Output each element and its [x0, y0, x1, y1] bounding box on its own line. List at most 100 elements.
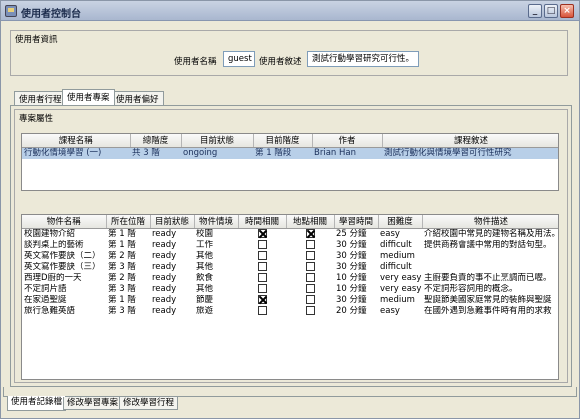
- cell-object-name: 校園建物介紹: [24, 228, 76, 239]
- cell-place-related: [286, 305, 334, 317]
- cell-object-desc: [422, 251, 558, 262]
- cell-object-name: 旅行急難英語: [24, 305, 76, 316]
- tab-user-project[interactable]: 使用者專案: [62, 89, 115, 105]
- cell-learning-time: 30 分鐘: [336, 239, 367, 250]
- cell-place-related: [286, 239, 334, 251]
- cell-learning-time: 30 分鐘: [336, 250, 367, 261]
- time-related-checkbox[interactable]: [257, 283, 267, 293]
- cell-time-related: [238, 272, 286, 284]
- minimize-button[interactable]: _: [528, 4, 542, 18]
- project-attributes-group: 專案屬性 課程名稱 總階度 目前狀態 目前階度 作者 課程敘述 行動化情境學習 …: [14, 109, 568, 383]
- tab-user-preference[interactable]: 使用者偏好: [111, 91, 164, 105]
- cell-object-name: 談判桌上的藝術: [24, 239, 84, 250]
- place-related-checkbox[interactable]: [305, 294, 315, 304]
- col-author[interactable]: 作者: [312, 134, 383, 148]
- place-related-checkbox[interactable]: [305, 239, 315, 249]
- user-name-field[interactable]: guest: [223, 51, 255, 67]
- project-table-header: 課程名稱 總階度 目前狀態 目前階度 作者 課程敘述: [22, 134, 558, 148]
- cell-level: 第 1 階: [108, 239, 136, 250]
- place-related-checkbox[interactable]: [305, 261, 315, 271]
- place-related-checkbox[interactable]: [305, 272, 315, 282]
- cell-context: 校園: [196, 228, 214, 239]
- col-object-name[interactable]: 物件名稱: [22, 215, 107, 229]
- title-bar[interactable]: 使用者控制台 _ □ ×: [1, 1, 579, 21]
- table-row[interactable]: 校園建物介紹 第 1 階 ready 校園 25 分鐘 easy 介紹校園中常見的建物名稱及…: [22, 228, 559, 240]
- table-row[interactable]: 英文寫作要訣（三） 第 3 階 ready 其他 30 分鐘 difficult: [22, 261, 558, 273]
- cell-context: 工作: [196, 239, 214, 250]
- place-related-checkbox[interactable]: [305, 283, 315, 293]
- cell-learning-time: 20 分鐘: [336, 305, 367, 316]
- col-course-name[interactable]: 課程名稱: [22, 134, 131, 148]
- cell-level: 第 3 階: [108, 261, 136, 272]
- col-difficulty[interactable]: 困難度: [378, 215, 423, 229]
- cell-context: 節慶: [196, 294, 214, 305]
- cell-level: 第 2 階: [108, 250, 136, 261]
- cell-difficulty: easy: [380, 228, 400, 239]
- tab-edit-schedule[interactable]: 修改學習行程: [119, 397, 179, 410]
- cell-difficulty: medium: [380, 294, 415, 305]
- table-row[interactable]: 西理D廚的一天 第 2 階 ready 飲食 10 分鐘 very easy 主廚要負責的事…: [22, 272, 558, 284]
- col-current-status[interactable]: 目前狀態: [181, 134, 254, 148]
- maximize-button[interactable]: □: [544, 4, 558, 18]
- table-row[interactable]: 英文寫作要訣（二） 第 2 階 ready 其他 30 分鐘 medium: [22, 250, 558, 262]
- col-total-levels[interactable]: 總階度: [130, 134, 182, 148]
- table-row[interactable]: 在家過聖誕 第 1 階 ready 節慶 30 分鐘 medium 聖誕節美國家庭常見的裝飾…: [22, 294, 558, 306]
- cell-place-related: [286, 294, 334, 306]
- cell-learning-time: 10 分鐘: [336, 272, 367, 283]
- col-time-related[interactable]: 時間相關: [238, 215, 287, 229]
- cell-object-name: 英文寫作要訣（三）: [24, 261, 101, 272]
- cell-learning-time: 30 分鐘: [336, 261, 367, 272]
- tab-user-schedule[interactable]: 使用者行程: [14, 91, 67, 105]
- project-attributes-title: 專案屬性: [19, 114, 54, 124]
- cell-author: Brian Han: [312, 147, 382, 159]
- time-related-checkbox[interactable]: [257, 261, 267, 271]
- cell-difficulty: very easy: [380, 272, 422, 283]
- time-related-checkbox[interactable]: [257, 228, 267, 238]
- table-row[interactable]: 不定詞片語 第 3 階 ready 其他 10 分鐘 very easy 不定詞形容詞用的概…: [22, 283, 558, 295]
- cell-status: ready: [152, 283, 177, 294]
- project-table[interactable]: 課程名稱 總階度 目前狀態 目前階度 作者 課程敘述 行動化情境學習 (一) 共…: [21, 133, 559, 191]
- cell-status: ready: [152, 305, 177, 316]
- time-related-checkbox[interactable]: [257, 272, 267, 282]
- table-row[interactable]: 行動化情境學習 (一) 共 3 階 ongoing 第 1 階段 Brian H…: [22, 147, 558, 159]
- cell-time-related: [238, 261, 286, 273]
- tab-edit-project[interactable]: 修改學習專案: [63, 397, 123, 410]
- place-related-checkbox[interactable]: [305, 305, 315, 315]
- place-related-checkbox[interactable]: [305, 228, 315, 238]
- table-row[interactable]: 談判桌上的藝術 第 1 階 ready 工作 30 分鐘 difficult 提供商務會議中…: [22, 239, 558, 251]
- cell-status: ready: [152, 239, 177, 250]
- col-context[interactable]: 物件情境: [194, 215, 239, 229]
- col-place-related[interactable]: 地點相關: [286, 215, 335, 229]
- object-table[interactable]: 物件名稱 所在位階 目前狀態 物件情境 時間相關 地點相關 學習時間 困難度 物…: [21, 214, 559, 380]
- cell-status: ready: [152, 261, 177, 272]
- time-related-checkbox[interactable]: [257, 239, 267, 249]
- time-related-checkbox[interactable]: [257, 294, 267, 304]
- cell-object-name: 不定詞片語: [24, 283, 67, 294]
- user-desc-field[interactable]: 測試行動學習研究可行性。: [307, 51, 419, 67]
- col-level[interactable]: 所在位階: [106, 215, 151, 229]
- col-current-level[interactable]: 目前階度: [253, 134, 313, 148]
- col-object-desc[interactable]: 物件描述: [422, 215, 558, 229]
- time-related-checkbox[interactable]: [257, 305, 267, 315]
- cell-object-desc: 聖誕節美國家庭常見的裝飾與聖誕: [424, 294, 552, 305]
- place-related-checkbox[interactable]: [305, 250, 315, 260]
- table-row[interactable]: 旅行急難英語 第 3 階 ready 旅遊 20 分鐘 easy 在國外遇到急難事件時有用的…: [22, 305, 558, 317]
- cell-level: 第 3 階: [108, 283, 136, 294]
- col-course-desc[interactable]: 課程敘述: [382, 134, 558, 148]
- cell-difficulty: difficult: [380, 261, 412, 272]
- col-learning-time[interactable]: 學習時間: [334, 215, 379, 229]
- cell-status: ready: [152, 294, 177, 305]
- user-desc-label: 使用者敘述: [259, 57, 302, 67]
- object-table-header: 物件名稱 所在位階 目前狀態 物件情境 時間相關 地點相關 學習時間 困難度 物…: [22, 215, 558, 229]
- cell-object-desc: 介紹校園中常見的建物名稱及用法。: [424, 228, 559, 239]
- time-related-checkbox[interactable]: [257, 250, 267, 260]
- cell-object-desc: [422, 262, 558, 273]
- tab-user-log[interactable]: 使用者記錄檔: [7, 396, 67, 411]
- col-status[interactable]: 目前狀態: [150, 215, 195, 229]
- project-tab-panel: 專案屬性 課程名稱 總階度 目前狀態 目前階度 作者 課程敘述 行動化情境學習 …: [10, 105, 572, 387]
- cell-object-desc: 不定詞形容詞用的概念。: [424, 283, 518, 294]
- close-button[interactable]: ×: [560, 4, 574, 18]
- cell-time-related: [238, 294, 286, 306]
- bottom-tab-strip: [3, 387, 577, 397]
- cell-context: 其他: [196, 283, 214, 294]
